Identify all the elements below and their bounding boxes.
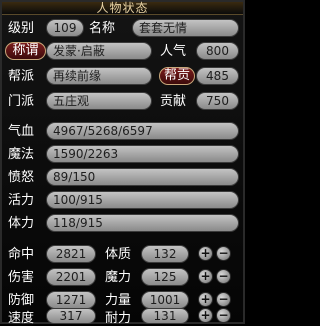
constitution-label: 体质 xyxy=(105,247,132,262)
mp-label: 魔法 xyxy=(8,147,35,162)
level-label: 级别 xyxy=(8,21,35,36)
magic-power-minus-button[interactable]: − xyxy=(216,269,231,284)
endurance-minus-button[interactable]: − xyxy=(216,308,231,323)
hit-value: 2821 xyxy=(46,245,96,263)
endurance-label: 耐力 xyxy=(105,311,132,326)
title-value: 发蒙·启蔽 xyxy=(46,42,152,60)
guild-contrib-value: 485 xyxy=(196,67,239,85)
title-button[interactable]: 称谓 xyxy=(5,42,46,60)
strength-label: 力量 xyxy=(105,293,132,308)
guild-label: 帮派 xyxy=(8,69,35,84)
popularity-label: 人气 xyxy=(160,44,187,59)
anger-label: 愤怒 xyxy=(8,170,35,185)
devote-value: 750 xyxy=(196,92,239,110)
guild-contrib-button[interactable]: 帮贡 xyxy=(159,67,195,85)
hit-label: 命中 xyxy=(8,247,35,262)
constitution-minus-button[interactable]: − xyxy=(216,246,231,261)
popularity-value: 800 xyxy=(196,42,239,60)
anger-value: 89/150 xyxy=(46,168,239,186)
hp-label: 气血 xyxy=(8,124,35,139)
name-label: 名称 xyxy=(89,21,116,36)
vitality-value: 100/915 xyxy=(46,191,239,209)
stamina-value: 118/915 xyxy=(46,214,239,232)
level-value: 109 xyxy=(46,19,84,37)
magic-power-label: 魔力 xyxy=(105,270,132,285)
speed-value: 317 xyxy=(46,308,96,324)
defense-label: 防御 xyxy=(8,293,35,308)
window-title: 人物状态 xyxy=(96,1,149,15)
constitution-plus-button[interactable]: + xyxy=(198,246,213,261)
window-titlebar: 人物状态 xyxy=(2,1,243,15)
sect-label: 门派 xyxy=(8,94,35,109)
hp-value: 4967/5268/6597 xyxy=(46,122,239,140)
constitution-value: 132 xyxy=(141,245,189,263)
mp-value: 1590/2263 xyxy=(46,145,239,163)
damage-value: 2201 xyxy=(46,268,96,286)
magic-power-plus-button[interactable]: + xyxy=(198,269,213,284)
strength-minus-button[interactable]: − xyxy=(216,292,231,307)
sect-value: 五庄观 xyxy=(46,92,152,110)
endurance-value: 131 xyxy=(141,308,189,324)
strength-plus-button[interactable]: + xyxy=(198,292,213,307)
speed-label: 速度 xyxy=(8,311,35,326)
strength-value: 1001 xyxy=(141,291,189,309)
endurance-plus-button[interactable]: + xyxy=(198,308,213,323)
character-status-panel: 人物状态 级别 109 名称 套套无情 称谓 发蒙·启蔽 人气 800 帮派 再… xyxy=(0,0,245,326)
magic-power-value: 125 xyxy=(141,268,189,286)
stamina-label: 体力 xyxy=(8,216,35,231)
vitality-label: 活力 xyxy=(8,193,35,208)
defense-value: 1271 xyxy=(46,291,96,309)
devote-label: 贡献 xyxy=(160,94,187,109)
damage-label: 伤害 xyxy=(8,270,35,285)
name-value: 套套无情 xyxy=(132,19,239,37)
guild-value: 再续前缘 xyxy=(46,67,152,85)
